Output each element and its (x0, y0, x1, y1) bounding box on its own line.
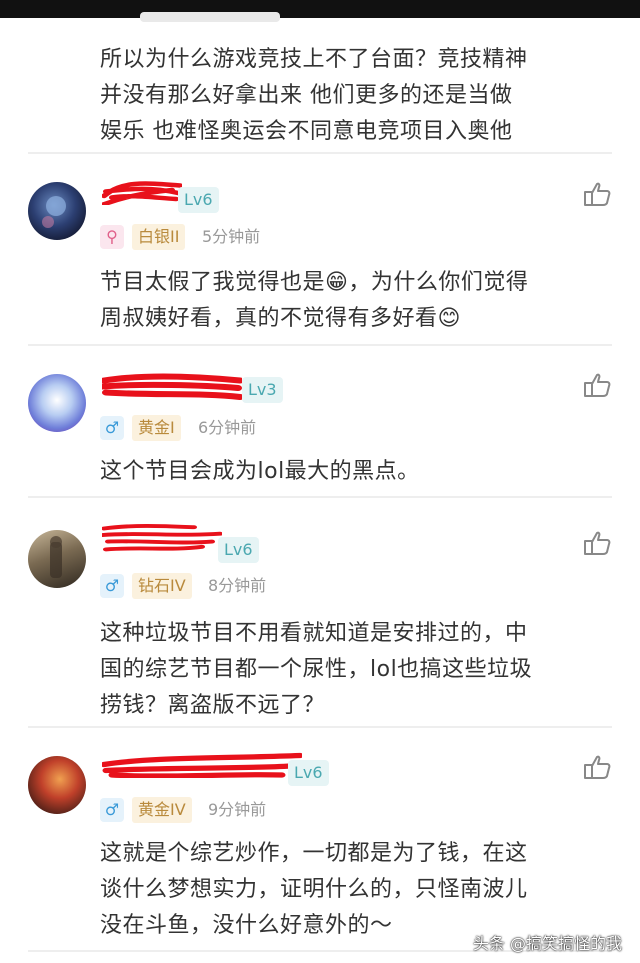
comment-line: 这个节目会成为lol最大的黑点。 (100, 459, 420, 484)
comment-text: 这个节目会成为lol最大的黑点。 (100, 454, 615, 490)
comment-line: 这就是个综艺炒作，一切都是为了钱，在这 (100, 841, 528, 866)
comment-item: 所以为什么游戏竞技上不了台面？竞技精神 并没有那么好拿出来 他们更多的还是当做 … (0, 0, 640, 152)
like-glyph (584, 531, 611, 555)
male-icon: ♂ (100, 574, 124, 598)
divider (28, 152, 612, 154)
redaction-scribble (102, 373, 242, 400)
comment-item: Lv6 ⚲ 白银II 5分钟前 节目太假了我觉得也是😁，为什么你们觉得 周叔姨好… (0, 155, 640, 345)
comment-line: 国的综艺节目都一个尿性，lol也搞这些垃圾 (100, 657, 533, 682)
redaction-scribble (102, 181, 182, 205)
comment-text: 节目太假了我觉得也是😁，为什么你们觉得 周叔姨好看，真的不觉得有多好看😊 (100, 265, 615, 337)
level-badge: Lv6 (218, 537, 259, 563)
like-glyph (584, 182, 611, 206)
comment-text: 这种垃圾节目不用看就知道是安排过的，中 国的综艺节目都一个尿性，lol也搞这些垃… (100, 616, 615, 724)
comment-line: 谈什么梦想实力，证明什么的，只怪南波儿 (100, 877, 528, 902)
comment-time: 6分钟前 (198, 418, 257, 437)
comment-text: 所以为什么游戏竞技上不了台面？竞技精神 并没有那么好拿出来 他们更多的还是当做 … (100, 42, 615, 150)
comment-line: 所以为什么游戏竞技上不了台面？竞技精神 (100, 47, 528, 72)
comment-item: Lv3 ♂ 黄金I 6分钟前 这个节目会成为lol最大的黑点。 (0, 346, 640, 496)
like-glyph (584, 373, 611, 397)
avatar-art (42, 196, 66, 228)
rank-badge: 钻石IV (132, 573, 192, 599)
avatar-art (50, 536, 62, 578)
comment-text: 这就是个综艺炒作，一切都是为了钱，在这 谈什么梦想实力，证明什么的，只怪南波儿 … (100, 836, 615, 944)
rank-badge: 黄金IV (132, 797, 192, 823)
comment-line: 节目太假了我觉得也是😁，为什么你们觉得 (100, 270, 529, 295)
level-badge: Lv6 (178, 187, 219, 213)
like-icon[interactable] (582, 372, 612, 398)
comment-item: Lv6 ♂ 黄金IV 9分钟前 这就是个综艺炒作，一切都是为了钱，在这 谈什么梦… (0, 728, 640, 948)
male-icon: ♂ (100, 416, 124, 440)
comment-time: 8分钟前 (208, 576, 267, 595)
like-icon[interactable] (582, 181, 612, 207)
like-icon[interactable] (582, 530, 612, 556)
user-avatar[interactable] (28, 530, 86, 588)
username-redacted[interactable] (102, 522, 222, 552)
comment-line: 娱乐 也难怪奥运会不同意电竞项目入奥他 (100, 119, 513, 144)
comment-line: 并没有那么好拿出来 他们更多的还是当做 (100, 83, 513, 108)
redaction-scribble (102, 523, 222, 552)
rank-badge: 黄金I (132, 415, 181, 441)
redaction-scribble (102, 752, 302, 778)
like-icon[interactable] (582, 754, 612, 780)
comment-line: 捞钱？离盗版不远了？ (100, 693, 326, 718)
comment-line: 周叔姨好看，真的不觉得有多好看😊 (100, 306, 461, 331)
username-redacted[interactable] (102, 748, 302, 778)
comment-line: 这种垃圾节目不用看就知道是安排过的，中 (100, 621, 528, 646)
magnifier-icon: ⚲ (100, 225, 124, 249)
watermark: 头条 @搞笑搞怪的我 (472, 934, 622, 953)
comment-item: Lv6 ♂ 钻石IV 8分钟前 这种垃圾节目不用看就知道是安排过的，中 国的综艺… (0, 498, 640, 726)
comment-time: 9分钟前 (208, 800, 267, 819)
user-avatar[interactable] (28, 756, 86, 814)
level-badge: Lv6 (288, 760, 329, 786)
male-icon: ♂ (100, 798, 124, 822)
user-avatar[interactable] (28, 182, 86, 240)
user-avatar[interactable] (28, 374, 86, 432)
level-badge: Lv3 (242, 377, 283, 403)
like-glyph (584, 755, 611, 779)
username-redacted[interactable] (102, 370, 242, 400)
rank-badge: 白银II (132, 224, 186, 250)
username-redacted[interactable] (102, 175, 182, 205)
comment-time: 5分钟前 (202, 227, 261, 246)
comment-meta-faded (140, 12, 280, 22)
